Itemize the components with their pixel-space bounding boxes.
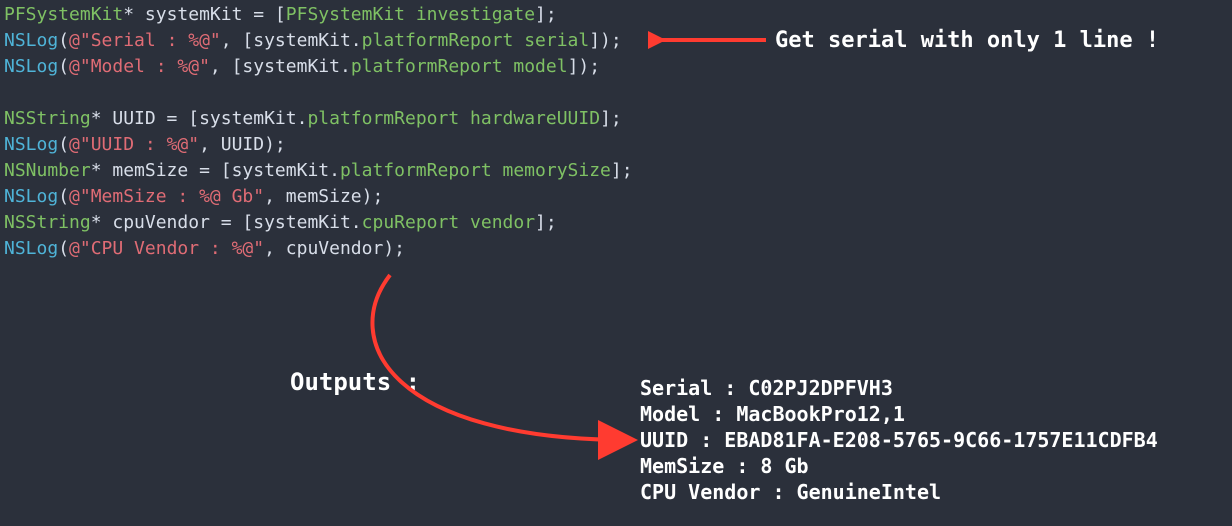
code-token: ]); <box>589 30 622 51</box>
code-token: model <box>503 56 568 77</box>
code-token: ]; <box>611 160 633 181</box>
code-token: @"Model : %@" <box>69 56 210 77</box>
code-token: @"CPU Vendor : %@" <box>69 238 264 259</box>
code-token: ]; <box>600 108 622 129</box>
code-token: ]; <box>535 4 557 25</box>
annotation-outputs-label: Outputs : <box>290 368 420 396</box>
code-token: PFSystemKit <box>286 4 405 25</box>
code-token: ( <box>58 134 69 155</box>
code-token: platformReport <box>340 160 492 181</box>
code-token: NSLog <box>4 186 58 207</box>
code-token: @"UUID : %@" <box>69 134 199 155</box>
code-token: NSNumber <box>4 160 91 181</box>
code-token: , UUID); <box>199 134 286 155</box>
code-token: @"Serial : %@" <box>69 30 221 51</box>
code-token: @"MemSize : %@ Gb" <box>69 186 264 207</box>
code-token: platformReport <box>362 30 514 51</box>
code-token: ( <box>58 186 69 207</box>
code-token: , memSize); <box>264 186 383 207</box>
output-block: Serial : C02PJ2DPFVH3 Model : MacBookPro… <box>640 375 1158 505</box>
code-token: ( <box>58 30 69 51</box>
code-token: platformReport <box>351 56 503 77</box>
code-token: cpuReport <box>362 212 460 233</box>
code-token: NSLog <box>4 238 58 259</box>
code-token: hardwareUUID <box>459 108 600 129</box>
output-line: Serial : C02PJ2DPFVH3 <box>640 376 893 400</box>
code-token: ( <box>58 56 69 77</box>
annotation-serial-note: Get serial with only 1 line ! <box>775 28 1159 53</box>
code-token: NSString <box>4 212 91 233</box>
code-token: NSLog <box>4 30 58 51</box>
code-token: ]); <box>568 56 601 77</box>
code-token: * memSize = [systemKit. <box>91 160 340 181</box>
code-token: , [systemKit. <box>221 30 362 51</box>
output-line: UUID : EBAD81FA-E208-5765-9C66-1757E11CD… <box>640 428 1158 452</box>
code-token: serial <box>513 30 589 51</box>
code-token: NSString <box>4 108 91 129</box>
code-token: memorySize <box>492 160 611 181</box>
code-token: investigate <box>405 4 535 25</box>
code-token: , cpuVendor); <box>264 238 405 259</box>
code-token: * systemKit = [ <box>123 4 286 25</box>
code-token: vendor <box>459 212 535 233</box>
output-line: Model : MacBookPro12,1 <box>640 402 905 426</box>
code-token: * cpuVendor = [systemKit. <box>91 212 362 233</box>
code-token: NSLog <box>4 56 58 77</box>
output-line: CPU Vendor : GenuineIntel <box>640 480 941 504</box>
code-token: ]; <box>535 212 557 233</box>
code-token: PFSystemKit <box>4 4 123 25</box>
code-token: * UUID = [systemKit. <box>91 108 308 129</box>
code-token: platformReport <box>307 108 459 129</box>
code-token: ( <box>58 238 69 259</box>
output-line: MemSize : 8 Gb <box>640 454 809 478</box>
code-token: NSLog <box>4 134 58 155</box>
code-token: , [systemKit. <box>210 56 351 77</box>
